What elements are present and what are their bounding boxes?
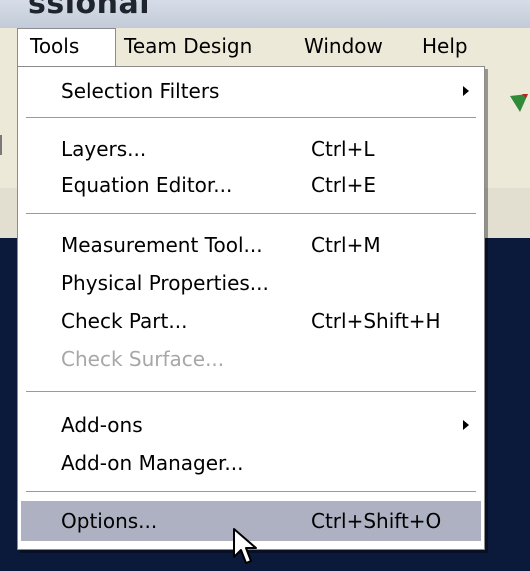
add-ons-label: Add-ons — [61, 413, 143, 437]
menu-window[interactable]: Window — [298, 28, 383, 66]
menu-item-check-part[interactable]: Check Part... Ctrl+Shift+H — [21, 303, 481, 339]
menu-bar: Tools Team Design Window Help — [0, 28, 530, 68]
window-edge — [0, 135, 8, 155]
menu-item-physical-properties[interactable]: Physical Properties... — [21, 265, 481, 301]
window-title-fragment: ssional — [0, 0, 530, 28]
options-shortcut: Ctrl+Shift+O — [311, 509, 442, 533]
menu-item-selection-filters[interactable]: Selection Filters — [21, 73, 481, 109]
layers-shortcut: Ctrl+L — [311, 137, 375, 161]
check-part-shortcut: Ctrl+Shift+H — [311, 309, 441, 333]
mouse-cursor-icon — [233, 528, 257, 564]
menu-separator — [26, 117, 476, 119]
menu-team-design[interactable]: Team Design — [118, 28, 252, 66]
menu-separator — [26, 213, 476, 215]
menu-item-check-surface: Check Surface... — [21, 341, 481, 377]
selection-filters-label: Selection Filters — [61, 79, 220, 103]
add-on-manager-label: Add-on Manager... — [61, 451, 244, 475]
menu-item-layers[interactable]: Layers... Ctrl+L — [21, 131, 481, 167]
toolbar-arrow-icon — [510, 94, 528, 112]
submenu-arrow-icon — [463, 86, 469, 96]
menu-tools[interactable]: Tools — [17, 28, 116, 68]
check-surface-label: Check Surface... — [61, 347, 225, 371]
tools-menu-dropdown: Selection Filters Layers... Ctrl+L Equat… — [17, 66, 485, 550]
window-title: ssional — [28, 0, 150, 21]
menu-separator — [26, 491, 476, 493]
options-label: Options... — [61, 509, 158, 533]
equation-editor-label: Equation Editor... — [61, 173, 233, 197]
measurement-tool-shortcut: Ctrl+M — [311, 233, 381, 257]
physical-properties-label: Physical Properties... — [61, 271, 269, 295]
check-part-label: Check Part... — [61, 309, 188, 333]
menu-item-add-on-manager[interactable]: Add-on Manager... — [21, 445, 481, 481]
menu-item-measurement-tool[interactable]: Measurement Tool... Ctrl+M — [21, 227, 481, 263]
measurement-tool-label: Measurement Tool... — [61, 233, 263, 257]
menu-item-equation-editor[interactable]: Equation Editor... Ctrl+E — [21, 167, 481, 203]
equation-editor-shortcut: Ctrl+E — [311, 173, 376, 197]
menu-separator — [26, 391, 476, 393]
submenu-arrow-icon — [463, 420, 469, 430]
menu-item-add-ons[interactable]: Add-ons — [21, 407, 481, 443]
layers-label: Layers... — [61, 137, 147, 161]
menu-help[interactable]: Help — [416, 28, 468, 66]
